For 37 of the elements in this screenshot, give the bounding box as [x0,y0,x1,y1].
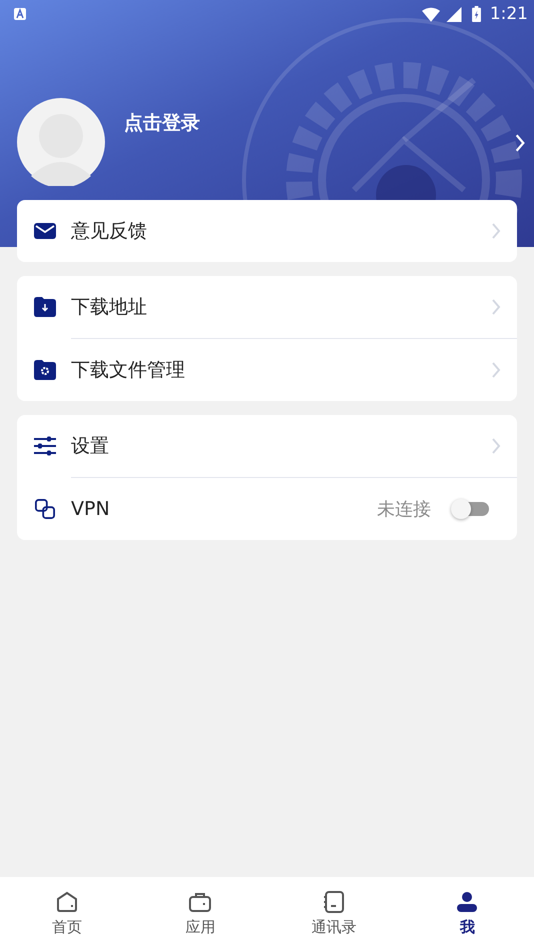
wifi-icon [422,6,440,22]
menu-label: 设置 [71,434,110,459]
sliders-icon [34,436,56,456]
chevron-right-icon [514,133,526,153]
folder-gear-icon [34,360,56,380]
mail-icon [34,221,56,241]
signal-icon [444,6,463,22]
menu-item[interactable]: 下载文件管理 [71,338,517,401]
nav-tab[interactable]: 通讯录 [267,877,400,950]
home-icon [54,890,79,914]
avatar-icon [17,98,105,186]
menu-item[interactable]: 设置 [17,415,517,477]
vpn-row[interactable]: VPN 未连接 [71,477,517,540]
menu-label: 下载地址 [71,295,148,320]
briefcase-icon [188,890,212,914]
chevron-right-icon [491,298,501,316]
app-notification-icon [14,8,26,20]
chevron-right-icon [491,222,501,240]
nav-tab[interactable]: 应用 [134,877,267,950]
chevron-right-icon [491,361,501,379]
nav-tab[interactable]: 我 [400,877,534,950]
nav-tab[interactable]: 首页 [0,877,134,950]
menu-label: 意见反馈 [71,219,148,244]
contacts-book-icon [322,890,346,914]
menu-label: 下载文件管理 [71,358,186,383]
connection-status: 未连接 [377,498,431,521]
menu-label: VPN [71,498,111,520]
login-row[interactable]: 点击登录 [0,28,534,186]
status-time: 1:21 [490,4,528,24]
vpn-switch[interactable] [451,499,489,519]
menu-item[interactable]: 下载地址 [17,276,517,338]
login-text: 点击登录 [124,111,201,136]
person-icon [455,890,480,914]
link-squares-icon [34,499,56,519]
menu-item[interactable]: 意见反馈 [17,200,517,262]
chevron-right-icon [491,437,501,455]
folder-download-icon [34,297,56,317]
